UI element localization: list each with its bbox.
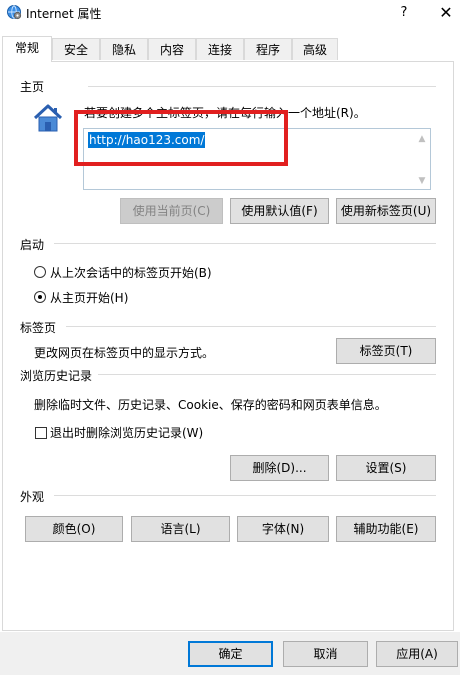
use-current-button[interactable]: 使用当前页(C) — [120, 198, 223, 224]
homepage-group-label: 主页 — [20, 80, 45, 94]
tab-content[interactable]: 内容 — [148, 38, 196, 60]
tab-privacy[interactable]: 隐私 — [100, 38, 148, 60]
startup-group-label: 启动 — [20, 238, 45, 252]
tab-programs[interactable]: 程序 — [244, 38, 292, 60]
appearance-divider — [54, 495, 436, 496]
homepage-divider — [88, 86, 436, 87]
radio-last-session[interactable] — [34, 266, 46, 278]
highlight-annotation — [74, 110, 288, 166]
radio-selected-dot — [38, 295, 42, 299]
close-button[interactable]: ✕ — [434, 2, 458, 24]
radio-homepage[interactable] — [34, 291, 46, 303]
delete-history-button[interactable]: 删除(D)... — [230, 455, 329, 481]
radio-homepage-label: 从主页开始(H) — [50, 291, 129, 305]
radio-last-session-label: 从上次会话中的标签页开始(B) — [50, 266, 212, 280]
internet-options-icon — [7, 5, 22, 20]
scroll-up-arrow-icon[interactable]: ▲ — [416, 134, 428, 144]
delete-on-exit-checkbox[interactable] — [35, 427, 47, 439]
ok-button[interactable]: 确定 — [188, 641, 273, 667]
tab-connections[interactable]: 连接 — [196, 38, 244, 60]
use-new-tab-button[interactable]: 使用新标签页(U) — [336, 198, 436, 224]
cancel-button[interactable]: 取消 — [283, 641, 368, 667]
colors-button[interactable]: 颜色(O) — [25, 516, 123, 542]
fonts-button[interactable]: 字体(N) — [237, 516, 329, 542]
apply-button[interactable]: 应用(A) — [376, 641, 458, 667]
use-default-button[interactable]: 使用默认值(F) — [230, 198, 329, 224]
tab-advanced[interactable]: 高级 — [292, 38, 338, 60]
tab-strip: 常规 安全 隐私 内容 连接 程序 高级 — [0, 36, 460, 62]
history-divider — [98, 374, 436, 375]
scroll-down-arrow-icon[interactable]: ▼ — [416, 176, 428, 186]
title-bar: Internet 属性 ? ✕ — [0, 0, 460, 28]
history-description: 删除临时文件、历史记录、Cookie、保存的密码和网页表单信息。 — [34, 398, 387, 412]
tabs-divider — [66, 326, 436, 327]
tabs-button[interactable]: 标签页(T) — [336, 338, 436, 364]
tab-security[interactable]: 安全 — [52, 38, 100, 60]
tabs-description: 更改网页在标签页中的显示方式。 — [34, 346, 215, 360]
languages-button[interactable]: 语言(L) — [131, 516, 230, 542]
home-icon — [33, 104, 63, 132]
tab-general[interactable]: 常规 — [2, 36, 52, 62]
help-button[interactable]: ? — [392, 2, 416, 24]
delete-on-exit-label: 退出时删除浏览历史记录(W) — [50, 426, 204, 440]
window-title: Internet 属性 — [26, 7, 102, 21]
history-group-label: 浏览历史记录 — [20, 369, 93, 383]
startup-divider — [54, 243, 436, 244]
tabs-group-label: 标签页 — [20, 321, 57, 335]
accessibility-button[interactable]: 辅助功能(E) — [336, 516, 436, 542]
history-settings-button[interactable]: 设置(S) — [336, 455, 436, 481]
appearance-group-label: 外观 — [20, 490, 45, 504]
